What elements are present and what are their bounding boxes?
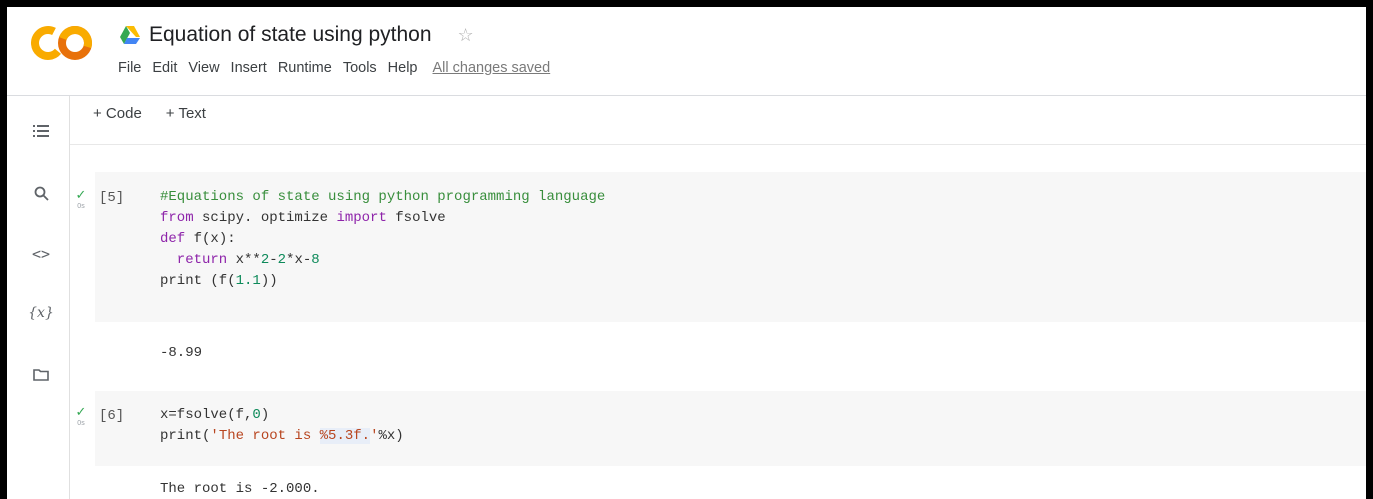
code-line: x=fsolve(f,0) bbox=[160, 405, 404, 426]
code-string: 'The root is bbox=[210, 428, 320, 444]
code-number: 2 bbox=[260, 252, 270, 268]
menu-runtime[interactable]: Runtime bbox=[278, 60, 332, 76]
table-of-contents-icon[interactable] bbox=[31, 121, 51, 141]
colab-window: Equation of state using python ☆ File Ed… bbox=[7, 7, 1366, 499]
code-editor[interactable]: x=fsolve(f,0) print('The root is %5.3f.'%… bbox=[160, 405, 404, 447]
code-line: print (f(1.1)) bbox=[160, 271, 605, 292]
code-text: scipy. optimize bbox=[193, 210, 337, 226]
variables-icon[interactable]: {x} bbox=[28, 303, 54, 323]
cell-output: -8.99 bbox=[160, 345, 203, 361]
notebook-toolbar: + Code + Text bbox=[93, 105, 230, 122]
code-text: %x) bbox=[378, 428, 404, 444]
code-line: from scipy. optimize import fsolve bbox=[160, 208, 605, 229]
menu-bar: File Edit View Insert Runtime Tools Help… bbox=[118, 60, 550, 76]
menu-tools[interactable]: Tools bbox=[343, 60, 377, 76]
check-icon: ✓ bbox=[75, 404, 87, 419]
cell-output: The root is -2.000. bbox=[160, 481, 320, 497]
menu-file[interactable]: File bbox=[118, 60, 141, 76]
execution-time: 0s bbox=[77, 203, 85, 210]
notebook-title[interactable]: Equation of state using python bbox=[149, 23, 432, 47]
code-text: )) bbox=[260, 273, 278, 289]
code-format-spec: %5.3f. bbox=[319, 428, 371, 444]
add-text-cell-button[interactable]: + Text bbox=[166, 105, 206, 122]
cell-run-status[interactable]: ✓ 0s bbox=[71, 405, 91, 428]
execution-count: [6] bbox=[99, 408, 125, 424]
menu-view[interactable]: View bbox=[188, 60, 219, 76]
code-text: ) bbox=[260, 407, 270, 423]
code-editor[interactable]: #Equations of state using python program… bbox=[160, 187, 605, 292]
code-number: 2 bbox=[277, 252, 287, 268]
code-number: 1.1 bbox=[235, 273, 261, 289]
code-text: x=fsolve(f, bbox=[160, 407, 253, 423]
code-text: fsolve bbox=[386, 210, 446, 226]
star-icon[interactable]: ☆ bbox=[458, 26, 474, 44]
code-keyword: import bbox=[336, 210, 387, 226]
code-line: #Equations of state using python program… bbox=[160, 187, 605, 208]
code-snippets-icon[interactable]: <> bbox=[31, 244, 51, 264]
code-comment: #Equations of state using python program… bbox=[160, 189, 606, 205]
header-divider bbox=[7, 95, 1366, 96]
execution-count: [5] bbox=[99, 190, 125, 206]
toolbar-divider bbox=[70, 144, 1366, 145]
menu-edit[interactable]: Edit bbox=[152, 60, 177, 76]
add-code-cell-button[interactable]: + Code bbox=[93, 105, 142, 122]
save-status-link[interactable]: All changes saved bbox=[433, 60, 551, 76]
check-icon: ✓ bbox=[75, 187, 87, 202]
folder-icon[interactable] bbox=[31, 364, 51, 384]
code-keyword: return bbox=[160, 252, 228, 268]
menu-help[interactable]: Help bbox=[388, 60, 418, 76]
rail-divider bbox=[69, 96, 70, 499]
code-line: print('The root is %5.3f.'%x) bbox=[160, 426, 404, 447]
code-text: print (f( bbox=[160, 273, 236, 289]
code-number: 0 bbox=[252, 407, 261, 423]
title-row: Equation of state using python ☆ bbox=[119, 21, 474, 49]
code-line: return x**2-2*x-8 bbox=[160, 250, 605, 271]
code-text: - bbox=[269, 252, 278, 268]
code-keyword: from bbox=[160, 210, 194, 226]
google-drive-icon[interactable] bbox=[119, 25, 141, 45]
code-text: *x- bbox=[286, 252, 312, 268]
search-icon[interactable] bbox=[31, 183, 51, 203]
code-text: print( bbox=[160, 428, 211, 444]
code-line: def f(x): bbox=[160, 229, 605, 250]
cell-run-status[interactable]: ✓ 0s bbox=[71, 188, 91, 211]
code-text: f(x): bbox=[185, 231, 236, 247]
code-text: x** bbox=[227, 252, 261, 268]
code-keyword: def bbox=[160, 231, 186, 247]
menu-insert[interactable]: Insert bbox=[231, 60, 267, 76]
code-number: 8 bbox=[311, 252, 320, 268]
colab-logo[interactable] bbox=[31, 21, 95, 65]
execution-time: 0s bbox=[77, 420, 85, 427]
